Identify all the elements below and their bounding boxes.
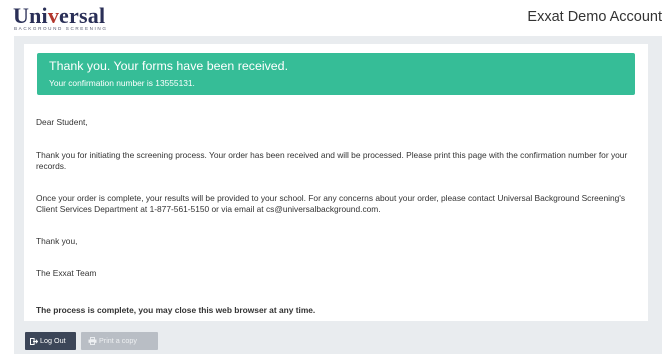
- confirmation-number-text: Your confirmation number is 13555131.: [49, 78, 195, 88]
- logout-label: Log Out: [40, 336, 66, 345]
- success-alert: Thank you. Your forms have been received…: [37, 53, 635, 95]
- instructions-paragraph: Thank you for initiating the screening p…: [36, 150, 628, 171]
- logout-icon: [30, 337, 38, 345]
- printer-icon: [88, 337, 97, 346]
- top-header: Universal BACKGROUND SCREENING Exxat Dem…: [0, 0, 672, 34]
- account-name: Exxat Demo Account: [527, 9, 662, 25]
- print-copy-button[interactable]: Print a copy: [81, 332, 158, 350]
- contact-paragraph: Once your order is complete, your result…: [36, 193, 626, 214]
- print-copy-label: Print a copy: [99, 336, 137, 345]
- logo-tagline: BACKGROUND SCREENING: [14, 26, 108, 31]
- completion-note: The process is complete, you may close t…: [36, 305, 316, 315]
- logout-button[interactable]: Log Out: [25, 332, 76, 350]
- universal-logo: Universal BACKGROUND SCREENING: [13, 3, 133, 32]
- signature-text: The Exxat Team: [36, 268, 97, 278]
- alert-title: Thank you. Your forms have been received…: [49, 59, 289, 73]
- closing-text: Thank you,: [36, 236, 78, 246]
- greeting-text: Dear Student,: [36, 117, 88, 127]
